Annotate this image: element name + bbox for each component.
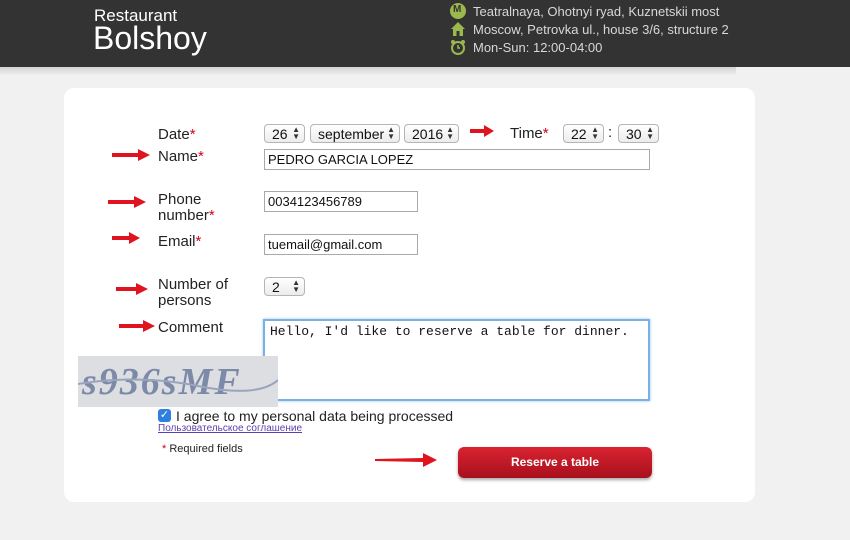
date-day-select[interactable]: 26 ▲ ▼: [264, 124, 305, 143]
comment-textarea[interactable]: Hello, I'd like to reserve a table for d…: [263, 319, 650, 401]
time-separator: :: [608, 124, 613, 141]
address-info: Moscow, Petrovka ul., house 3/6, structu…: [450, 21, 729, 37]
annotation-arrow-icon: [375, 453, 437, 467]
opening-hours: Mon-Sun: 12:00-04:00: [473, 39, 603, 55]
persons-label: Number of persons: [158, 276, 229, 309]
annotation-arrow-icon: [470, 125, 494, 137]
select-arrows-icon: ▲ ▼: [446, 125, 454, 141]
metro-icon: [450, 3, 466, 19]
svg-text:s936sMF: s936sMF: [81, 361, 242, 403]
email-label: Email*: [158, 233, 202, 250]
agree-checkbox[interactable]: ✓: [158, 409, 171, 422]
email-input[interactable]: tuemail@gmail.com: [264, 234, 418, 255]
annotation-arrow-icon: [108, 196, 146, 208]
metro-stations: Teatralnaya, Ohotnyi ryad, Kuznetskii mo…: [473, 3, 720, 19]
time-label: Time*: [510, 125, 549, 142]
phone-label: Phone number*: [158, 191, 215, 224]
select-arrows-icon: ▲ ▼: [292, 125, 300, 141]
home-icon: [450, 21, 466, 37]
phone-input[interactable]: 0034123456789: [264, 191, 418, 212]
address-text: Moscow, Petrovka ul., house 3/6, structu…: [473, 21, 729, 37]
user-agreement-link[interactable]: Пользовательское соглашение: [158, 423, 302, 434]
captcha-image: s936sMF: [77, 356, 279, 407]
alarm-clock-icon: [450, 39, 466, 55]
header-shadow: [0, 67, 736, 75]
date-month-select[interactable]: september ▲ ▼: [310, 124, 400, 143]
select-arrows-icon: ▲ ▼: [292, 278, 300, 294]
comment-label: Comment: [158, 319, 224, 336]
annotation-arrow-icon: [119, 320, 155, 332]
date-year-select[interactable]: 2016 ▲ ▼: [404, 124, 459, 143]
required-fields-note: * Required fields: [162, 443, 243, 455]
name-input[interactable]: PEDRO GARCIA LOPEZ: [264, 149, 650, 170]
time-hour-select[interactable]: 22 ▲ ▼: [563, 124, 604, 143]
persons-select[interactable]: 2 ▲ ▼: [264, 277, 305, 296]
metro-info: Teatralnaya, Ohotnyi ryad, Kuznetskii mo…: [450, 3, 719, 19]
hours-info: Mon-Sun: 12:00-04:00: [450, 39, 602, 55]
annotation-arrow-icon: [112, 149, 150, 161]
site-header: Restaurant Bolshoy Teatralnaya, Ohotnyi …: [0, 0, 850, 67]
select-arrows-icon: ▲ ▼: [591, 125, 599, 141]
name-label: Name*: [158, 148, 204, 165]
brand-title[interactable]: Bolshoy: [93, 20, 207, 57]
annotation-arrow-icon: [116, 283, 148, 295]
annotation-arrow-icon: [112, 232, 140, 244]
select-arrows-icon: ▲ ▼: [387, 125, 395, 141]
select-arrows-icon: ▲ ▼: [646, 125, 654, 141]
agree-label: I agree to my personal data being proces…: [176, 408, 454, 424]
time-minute-select[interactable]: 30 ▲ ▼: [618, 124, 659, 143]
reserve-table-button[interactable]: Reserve a table: [458, 447, 652, 478]
date-label: Date*: [158, 126, 196, 143]
